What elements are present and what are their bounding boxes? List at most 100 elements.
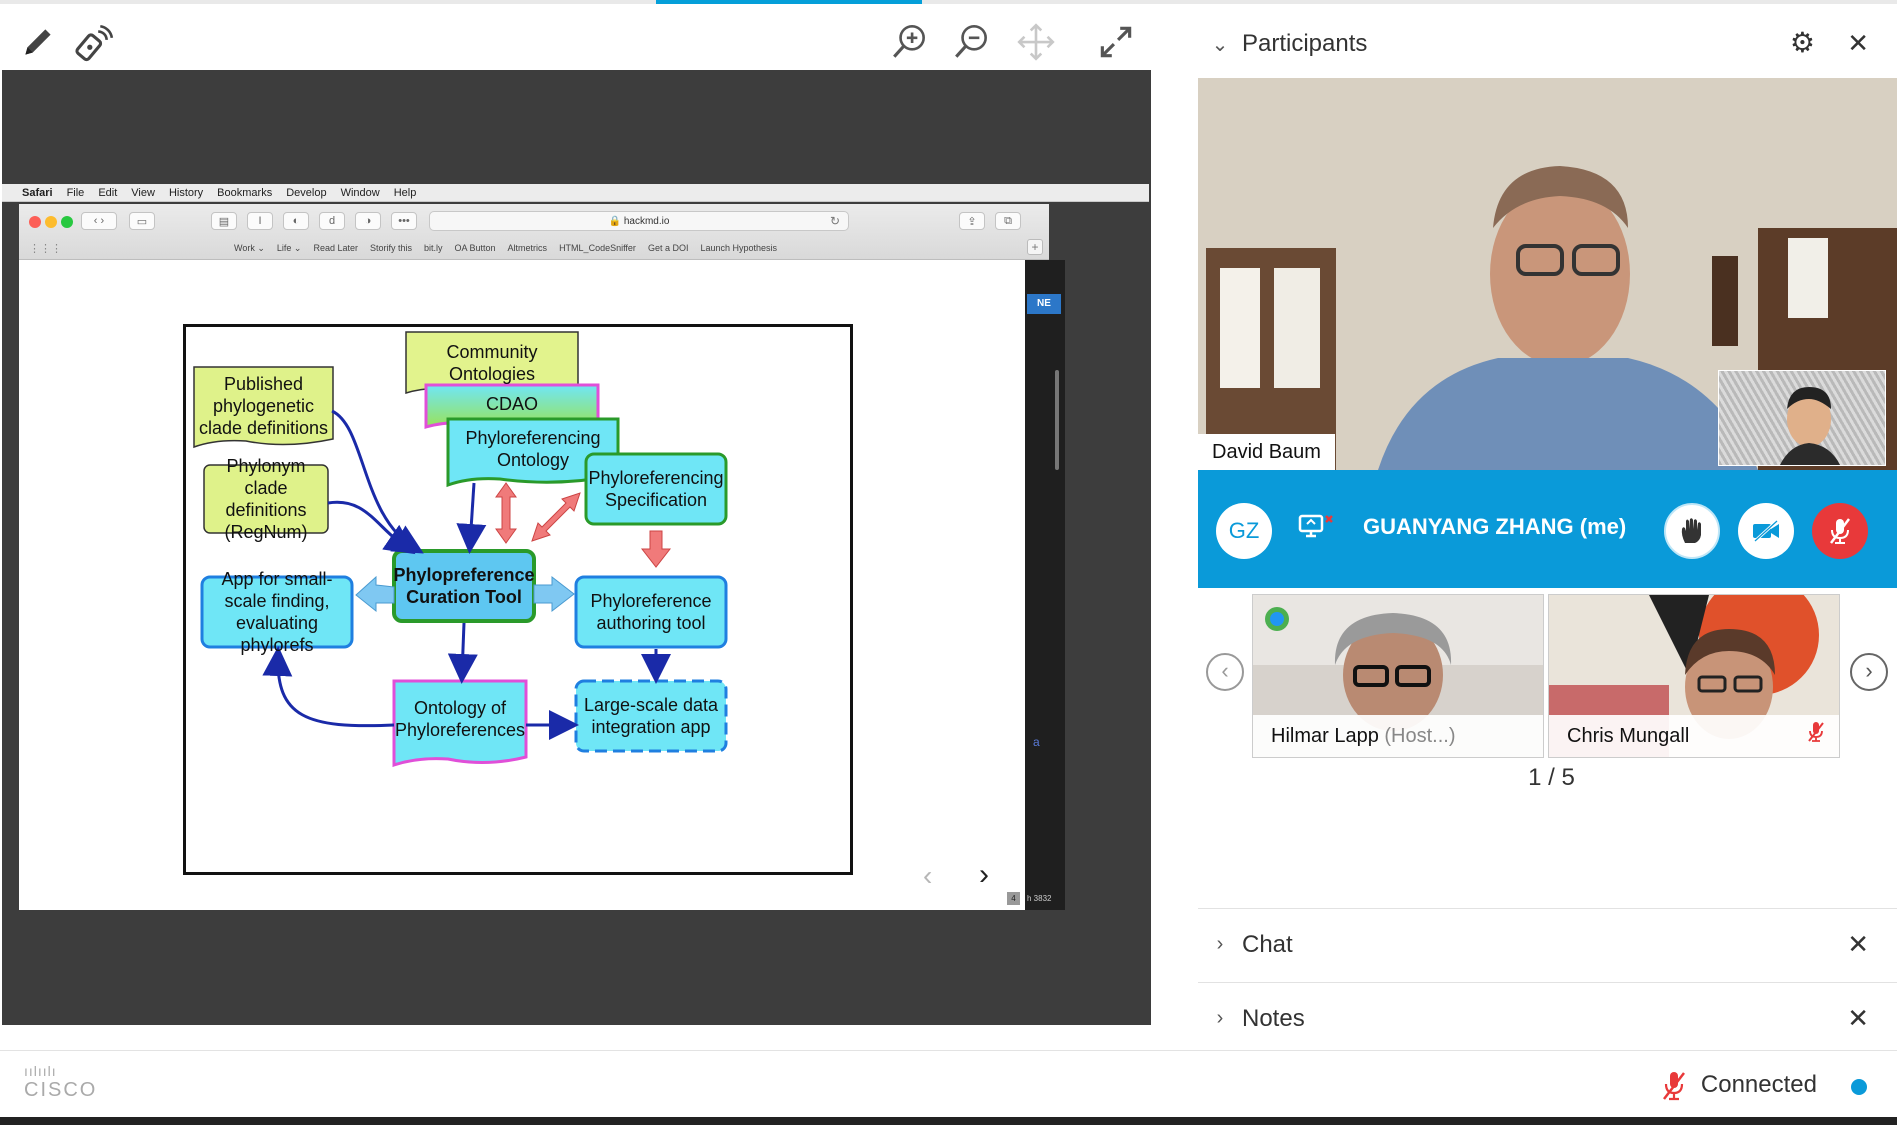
ext-icon-3: ◐: [283, 212, 309, 230]
close-icon[interactable]: ✕: [1847, 1003, 1869, 1034]
video-off-icon[interactable]: [1738, 503, 1794, 559]
close-icon[interactable]: ✕: [1847, 28, 1869, 59]
connection-status: Connected: [1700, 1071, 1817, 1098]
node-published: Published phylogenetic clade definitions: [198, 374, 329, 438]
publish-button: NE: [1027, 294, 1061, 314]
chevron-right-icon[interactable]: ›: [1198, 933, 1242, 956]
slide-next-icon: ›: [979, 858, 989, 891]
chat-header[interactable]: › Chat ✕: [1198, 908, 1897, 980]
ext-icon-4: d: [319, 212, 345, 230]
participants-title: Participants: [1242, 30, 1368, 57]
chevron-left-icon[interactable]: ‹: [1206, 653, 1244, 691]
node-large-scale: Large-scale data integration app: [583, 695, 719, 737]
menu-file: File: [66, 186, 85, 199]
bookmark: bit.ly: [424, 243, 443, 253]
node-community: Community Ontologies: [446, 342, 538, 384]
active-speaker-video: David Baum: [1198, 78, 1897, 470]
reload-icon: ↻: [829, 214, 840, 228]
participant-tile[interactable]: Chris Mungall: [1548, 594, 1840, 758]
page-indicator: 1 / 5: [1528, 764, 1575, 791]
more-icon: •••: [391, 212, 417, 230]
safari-toolbar: ‹ › ▭ ▤ I ◐ d ◑ ••• 🔒 hackmd.io ↻ ⇪ ⧉ ⋮⋮: [19, 204, 1049, 260]
zoom-window-icon: [61, 216, 73, 228]
menu-help: Help: [393, 186, 417, 199]
host-badge: (Host...): [1384, 725, 1456, 747]
slide-prev-icon: ‹: [923, 860, 933, 891]
chevron-right-icon[interactable]: ›: [1850, 653, 1888, 691]
hackmd-sidebar: NE a 4 h 3832: [1007, 260, 1065, 910]
cisco-text: CISCO: [24, 1079, 98, 1101]
bookmark: Life ⌄: [276, 242, 302, 253]
back-forward-icon: ‹ ›: [81, 212, 117, 230]
ext-icon-2: I: [247, 212, 273, 230]
page-number: 4: [1007, 892, 1020, 905]
connection-dot: [1851, 1079, 1867, 1095]
shared-screen-stage: Safari File Edit View History Bookmarks …: [2, 70, 1151, 1025]
notes-header[interactable]: › Notes ✕: [1198, 982, 1897, 1054]
zoom-in-icon[interactable]: [886, 18, 934, 66]
muted-mic-icon: [1661, 1069, 1687, 1108]
participant-name: Chris Mungall: [1549, 715, 1839, 757]
mute-icon[interactable]: [1812, 503, 1868, 559]
arrow-red-diagonal: [531, 492, 581, 542]
menu-develop: Develop: [286, 186, 327, 199]
node-ontology-phylo: Ontology of Phyloreferences: [394, 698, 526, 740]
bookmarks-bar: ⋮⋮⋮ Work ⌄ Life ⌄ Read Later Storify thi…: [19, 237, 1049, 259]
participant-name-text: Hilmar Lapp: [1271, 725, 1379, 747]
pencil-icon[interactable]: [14, 18, 62, 66]
menu-view: View: [131, 186, 155, 199]
new-tab-icon: +: [1027, 239, 1043, 255]
node-app-small: App for small-scale finding, evaluating …: [221, 569, 333, 655]
bottom-strip: [0, 1117, 1897, 1125]
arrow-red-vertical: [495, 482, 517, 544]
sidebar-icon: ▭: [129, 212, 155, 230]
move-icon[interactable]: [1012, 18, 1060, 66]
close-window-icon: [29, 216, 41, 228]
ext-icon-1: ▤: [211, 212, 237, 230]
participants-panel: ⌄ Participants ⚙ ✕ David Baum GZ GUANYAN…: [1198, 4, 1897, 1125]
arrow-ontology-app: [262, 646, 395, 728]
slide-viewport: Community Ontologies CDAO Phyloreferenci…: [19, 260, 1025, 910]
ext-icon-5: ◑: [355, 212, 381, 230]
arrow-phylonym-curation: [327, 500, 416, 555]
participants-header[interactable]: ⌄ Participants ⚙ ✕: [1198, 8, 1897, 80]
safari-window: ‹ › ▭ ▤ I ◐ d ◑ ••• 🔒 hackmd.io ↻ ⇪ ⧉ ⋮⋮: [19, 204, 1065, 910]
side-letter: a: [1033, 735, 1040, 749]
my-name-label: GUANYANG ZHANG (me): [1363, 514, 1627, 539]
arrow-curation-ontology: [447, 622, 478, 684]
pointer-icon[interactable]: [70, 18, 118, 66]
raise-hand-icon[interactable]: [1664, 503, 1720, 559]
share-icon: ⇪: [959, 212, 985, 230]
cisco-bars-icon: ıılıılı: [24, 1063, 57, 1079]
safari-url-bar: 🔒 hackmd.io ↻: [429, 211, 849, 231]
tabs-icon: ⧉: [995, 212, 1021, 230]
screen-share-icon: [1298, 512, 1336, 542]
status-bar: ıılıılı CISCO Connected: [0, 1050, 1897, 1125]
my-controls-bar: GZ GUANYANG ZHANG (me): [1198, 470, 1897, 588]
chevron-right-icon[interactable]: ›: [1198, 1007, 1242, 1030]
node-spec: Phyloreferencing Specification: [588, 468, 724, 510]
scroll-thumb: [1055, 370, 1059, 470]
participant-name-text: Chris Mungall: [1567, 725, 1690, 747]
node-curation: Phylopreference Curation Tool: [393, 565, 535, 607]
bookmark: Launch Hypothesis: [700, 243, 778, 253]
participant-tile[interactable]: Hilmar Lapp (Host...): [1252, 594, 1544, 758]
arrow-red-down: [640, 530, 672, 568]
mac-menu-bar: Safari File Edit View History Bookmarks …: [2, 184, 1149, 202]
gear-icon[interactable]: ⚙: [1790, 26, 1815, 59]
speaker-name-label: David Baum: [1198, 434, 1335, 470]
share-toolbar: [0, 4, 1170, 70]
menu-window: Window: [340, 186, 380, 199]
minimize-window-icon: [45, 216, 57, 228]
chat-title: Chat: [1242, 930, 1293, 958]
shared-screen: Safari File Edit View History Bookmarks …: [2, 184, 1151, 910]
menu-edit: Edit: [98, 186, 118, 199]
muted-mic-icon: [1807, 720, 1825, 749]
bookmark: OA Button: [454, 243, 496, 253]
fullscreen-icon[interactable]: [1092, 18, 1140, 66]
bookmark: Storify this: [369, 243, 412, 253]
chevron-down-icon[interactable]: ⌄: [1198, 32, 1242, 57]
close-icon[interactable]: ✕: [1847, 929, 1869, 960]
zoom-out-icon[interactable]: [948, 18, 996, 66]
notes-title: Notes: [1242, 1004, 1305, 1032]
